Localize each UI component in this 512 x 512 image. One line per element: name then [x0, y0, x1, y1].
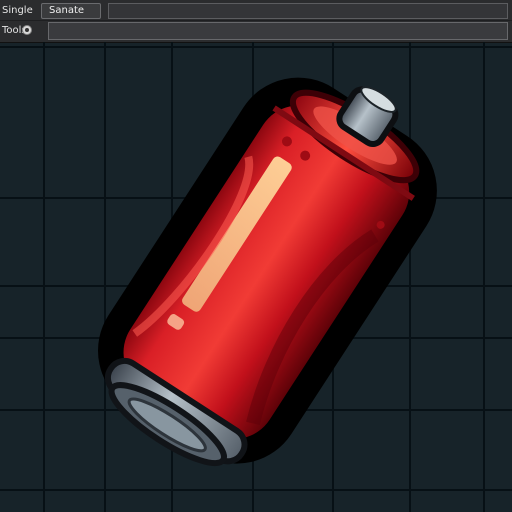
tools-label: Tools	[2, 25, 27, 36]
mode-label: Single	[2, 5, 33, 16]
sprite-canvas[interactable]	[0, 42, 512, 512]
editor-toolbar: Single Sanate Tools	[0, 0, 512, 43]
toolbar-row-bottom: Tools	[0, 22, 512, 40]
toolbar-row-top: Single Sanate	[0, 2, 512, 20]
toolbar-divider	[0, 20, 512, 21]
sprite-editor: Single Sanate Tools	[0, 0, 512, 512]
tools-input-field[interactable]	[48, 22, 508, 40]
sprite-name-dropdown[interactable]: Sanate	[41, 3, 101, 19]
battery-sprite[interactable]	[76, 42, 465, 493]
toolbar-empty-field[interactable]	[108, 3, 508, 19]
radio-button-icon[interactable]	[22, 25, 32, 35]
